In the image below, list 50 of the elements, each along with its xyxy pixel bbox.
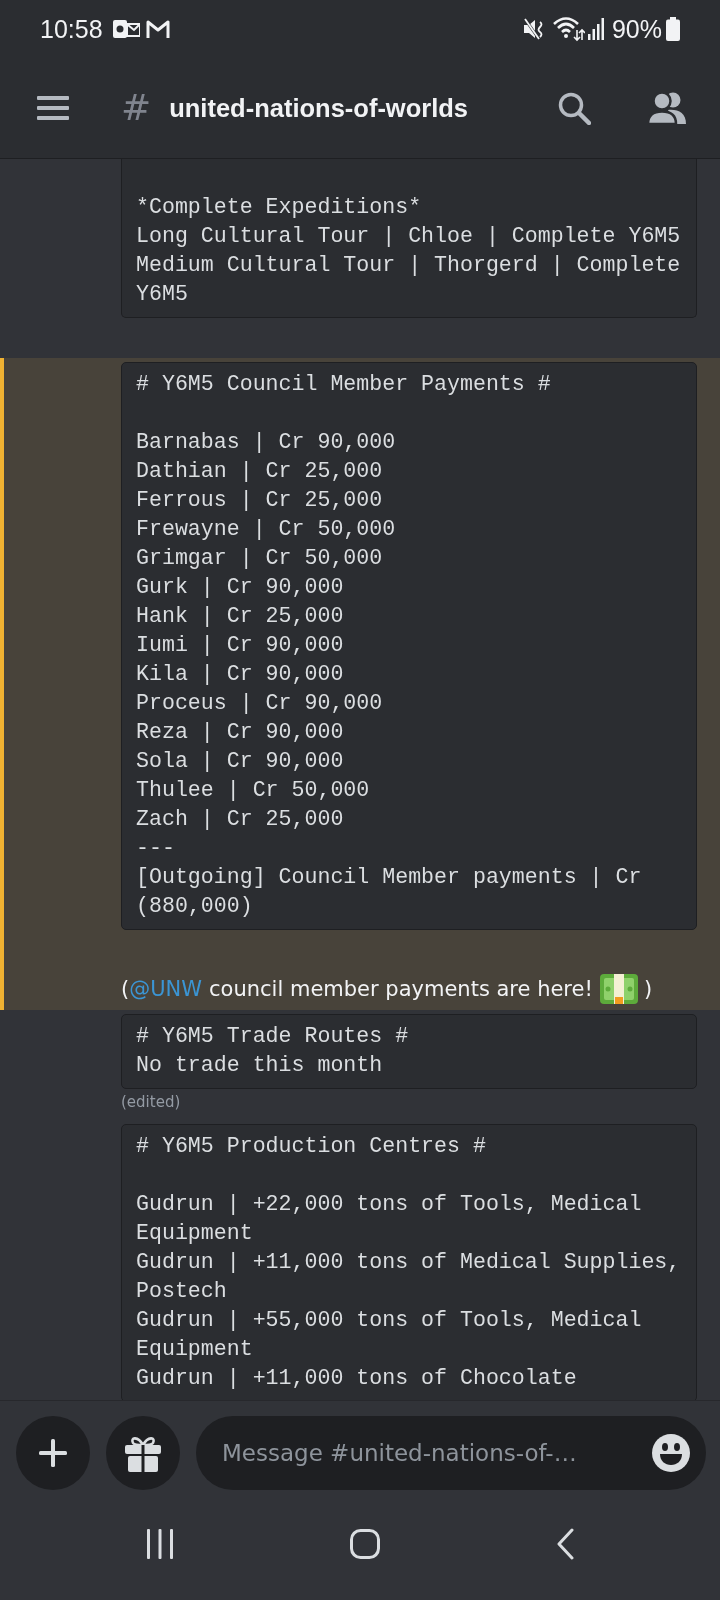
code-line: No trade this month <box>136 1052 384 1079</box>
code-line: *Complete Expeditions* <box>136 194 423 221</box>
code-line: Proceus | Cr 90,000 <box>136 690 384 717</box>
code-line: Grimgar | Cr 50,000 <box>136 545 384 572</box>
signal-icon <box>587 18 604 40</box>
edited-label: (edited) <box>121 1092 181 1112</box>
code-line: Thulee | Cr 50,000 <box>136 777 371 804</box>
search-icon[interactable] <box>558 91 591 125</box>
message-text: (@UNW council member payments are here! ) <box>121 974 697 1004</box>
emoji-icon[interactable] <box>652 1434 690 1472</box>
menu-icon[interactable] <box>37 96 69 120</box>
code-line: [Outgoing] Council Member payments | Cr (880,000) <box>136 864 643 920</box>
banknote-icon <box>599 974 638 1004</box>
code-line: Gudrun | +22,000 tons of Tools, Medical Equipment <box>136 1191 643 1247</box>
code-line: # Y6M5 Production Centres # <box>136 1133 487 1160</box>
status-time: 10:58 <box>40 14 103 44</box>
code-line: Long Cultural Tour | Chloe | Complete Y6M5 <box>136 223 682 250</box>
members-icon[interactable] <box>648 92 686 124</box>
battery-percent: 90% <box>611 14 662 44</box>
message-field[interactable]: Message #united-nations-of-… <box>196 1416 706 1490</box>
code-line: Sola | Cr 90,000 <box>136 748 345 775</box>
code-line: Gudrun | +11,000 tons of Chocolate <box>136 1365 578 1392</box>
code-line: --- <box>136 835 176 862</box>
code-line: Reza | Cr 90,000 <box>136 719 345 746</box>
code-line: Zach | Cr 25,000 <box>136 806 345 833</box>
mention-link[interactable]: @UNW <box>129 974 203 1004</box>
code-line: Ferrous | Cr 25,000 <box>136 487 384 514</box>
recent-apps-icon[interactable] <box>146 1528 174 1559</box>
wifi-icon <box>552 16 585 42</box>
channel-hash: # <box>121 90 152 126</box>
m-logo-icon <box>145 19 170 39</box>
code-line: Gudrun | +11,000 tons of Medical Supplies, Postech <box>136 1249 682 1305</box>
back-icon[interactable] <box>556 1527 574 1560</box>
channel-title: united-nations-of-worlds <box>169 93 469 123</box>
home-icon[interactable] <box>350 1528 380 1559</box>
code-line: Frewayne | Cr 50,000 <box>136 516 397 543</box>
code-line: Gurk | Cr 90,000 <box>136 574 345 601</box>
battery-icon <box>666 17 680 41</box>
plus-icon <box>39 1439 67 1467</box>
code-line: Gudrun | +55,000 tons of Tools, Medical Equipment <box>136 1307 643 1363</box>
code-line: Iumi | Cr 90,000 <box>136 632 345 659</box>
code-line: Dathian | Cr 25,000 <box>136 458 384 485</box>
code-line: Hank | Cr 25,000 <box>136 603 345 630</box>
code-line: Medium Cultural Tour | Thorgerd | Complete Y6M5 <box>136 252 682 308</box>
code-line: Barnabas | Cr 90,000 <box>136 429 397 456</box>
code-line: # Y6M5 Trade Routes # <box>136 1023 410 1050</box>
code-line: # Y6M5 Council Member Payments # <box>136 371 552 398</box>
code-line: Kila | Cr 90,000 <box>136 661 345 688</box>
gift-icon <box>124 1434 162 1472</box>
envelope-badge-icon <box>112 18 140 40</box>
